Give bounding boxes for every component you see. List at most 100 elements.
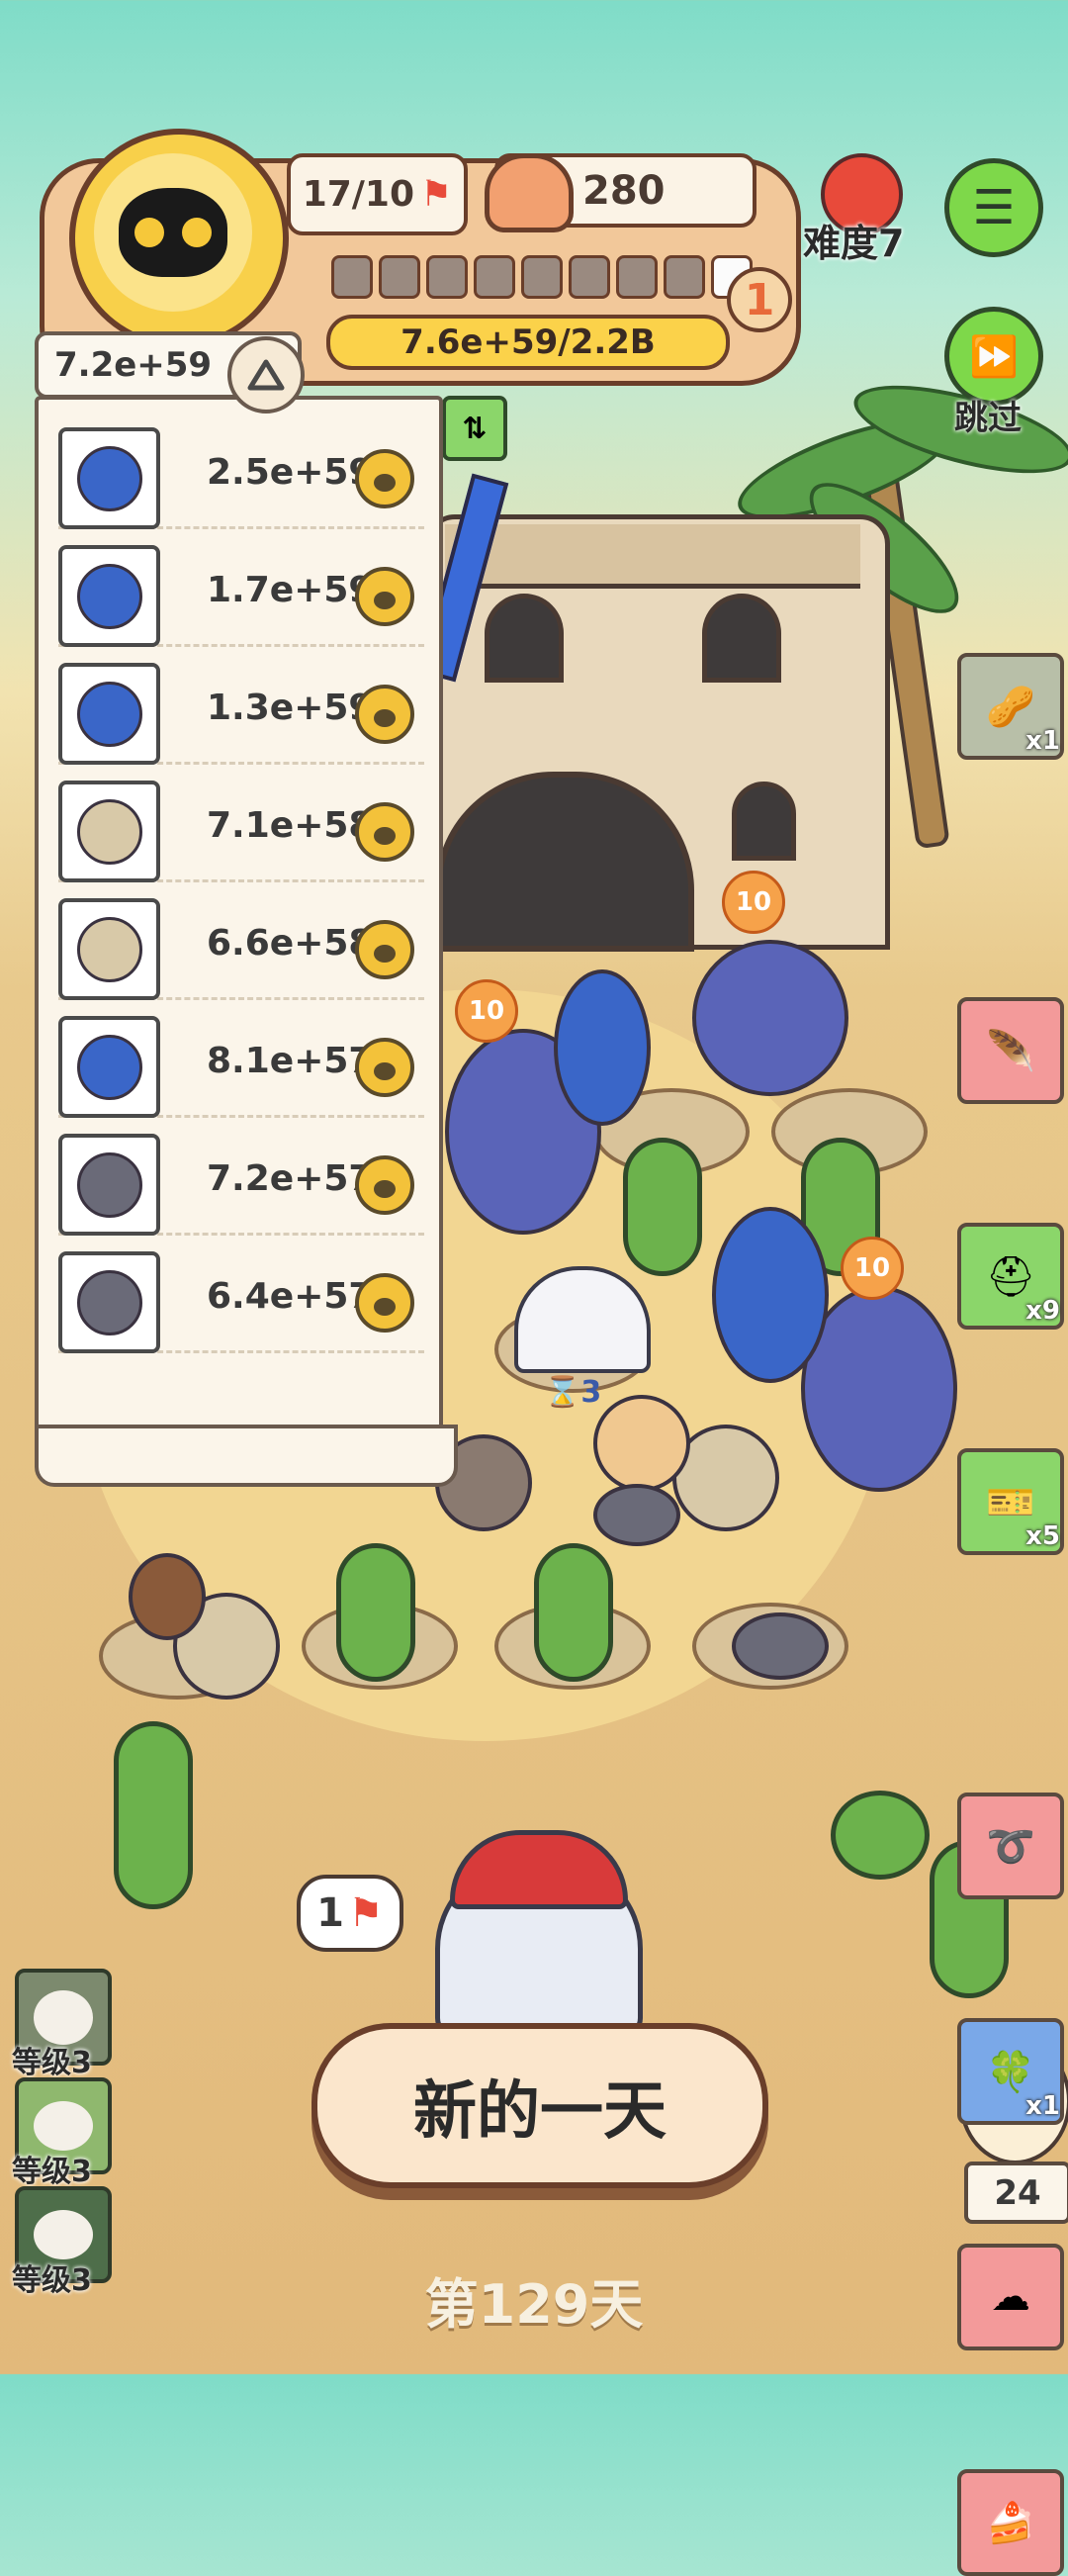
ranking-row[interactable]: 8.1e+57 — [58, 1006, 424, 1118]
item-count: x9 — [1025, 1296, 1060, 1326]
peacock-portrait — [76, 563, 142, 629]
cake-icon: 🍰 — [986, 2500, 1035, 2546]
temple-roof — [445, 524, 860, 589]
jester-hat — [450, 1830, 628, 1909]
peacock-portrait — [76, 1034, 142, 1100]
rat[interactable] — [732, 1612, 829, 1680]
frog-icon — [34, 2101, 93, 2151]
item-charm[interactable]: 🍀 x1 — [957, 2018, 1064, 2125]
menu-button[interactable]: ☰ — [944, 158, 1043, 257]
meter-segment — [521, 255, 563, 299]
item-rope[interactable]: ➰ — [957, 1793, 1064, 1899]
ranking-row[interactable]: 1.7e+59 — [58, 535, 424, 647]
item-nuts[interactable]: 🥜 x1 — [957, 653, 1064, 760]
cactus[interactable] — [623, 1138, 702, 1276]
feather-icon: 🪶 — [986, 1028, 1035, 1074]
meter-segment — [616, 255, 658, 299]
chick-counter: 24 — [964, 2162, 1068, 2224]
meter-segment — [379, 255, 420, 299]
ranking-row[interactable]: 6.4e+57 — [58, 1242, 424, 1353]
segment-meter — [331, 255, 753, 299]
chevron-up-icon — [247, 359, 285, 391]
nuts-icon: 🥜 — [986, 684, 1035, 730]
igloo-timer: ⌛3 — [544, 1375, 602, 1410]
dragon[interactable] — [692, 940, 848, 1096]
ranking-value: 7.2e+57 — [207, 1158, 374, 1199]
peacock[interactable] — [712, 1207, 829, 1383]
ranking-value: 2.5e+59 — [207, 452, 374, 493]
round-cactus — [831, 1791, 930, 1880]
paw-coin-icon — [355, 802, 414, 862]
paw-coin-icon — [355, 1155, 414, 1215]
flag-bubble: 1 ⚑ — [297, 1875, 403, 1952]
meter-segment — [426, 255, 468, 299]
paw-coin-icon — [355, 1038, 414, 1097]
rat[interactable] — [593, 1484, 680, 1546]
temple-window — [702, 594, 781, 683]
ticket-icon: 🎫 — [986, 1479, 1035, 1525]
peacock-icon — [58, 663, 160, 765]
ranking-row[interactable]: 1.3e+59 — [58, 653, 424, 765]
ranking-value: 6.6e+58 — [207, 923, 374, 964]
avatar[interactable] — [94, 153, 252, 312]
paw-coin-icon — [355, 920, 414, 979]
tiger[interactable] — [593, 1395, 690, 1492]
flag-counter: 17/10 ⚑ — [287, 153, 468, 235]
fast-forward-icon: ⏩ — [969, 333, 1019, 380]
peacock-icon — [58, 427, 160, 529]
rope-icon: ➰ — [986, 1823, 1035, 1870]
frog-icon — [34, 2210, 93, 2259]
helmet-icon: ⛑ — [985, 1253, 1036, 1300]
item-ticket[interactable]: 🎫 x5 — [957, 1448, 1064, 1555]
paw-coin-icon — [355, 567, 414, 626]
igloo-timer-value: 3 — [580, 1375, 602, 1410]
ranking-value: 1.7e+59 — [207, 570, 374, 610]
menu-list-icon: ☰ — [972, 180, 1016, 235]
score-progress: 7.6e+59/2.2B — [326, 315, 730, 370]
meter-segment — [664, 255, 705, 299]
ranking-row[interactable]: 7.2e+57 — [58, 1124, 424, 1236]
ranking-row[interactable]: 2.5e+59 — [58, 417, 424, 529]
difficulty-label: 难度7 — [803, 222, 905, 265]
red-flag-icon: ⚑ — [347, 1890, 384, 1936]
peacock-icon — [58, 1016, 160, 1118]
peacock-portrait — [76, 681, 142, 747]
ranking-row[interactable]: 6.6e+58 — [58, 888, 424, 1000]
paw-coin-icon — [355, 685, 414, 744]
level-label: 等级3 — [12, 2155, 92, 2189]
hedgehog-portrait — [76, 916, 142, 982]
cactus — [114, 1721, 193, 1909]
temple-window — [485, 594, 564, 683]
hedgehog-portrait — [76, 798, 142, 865]
red-flag-icon: ⚑ — [420, 174, 453, 215]
flag-bubble-value: 1 — [316, 1890, 344, 1936]
item-feather[interactable]: 🪶 — [957, 997, 1064, 1104]
item-count: x1 — [1025, 2091, 1060, 2121]
rat-portrait — [76, 1269, 142, 1335]
sort-icon[interactable]: ⇅ — [442, 396, 507, 461]
item-helmet[interactable]: ⛑ x9 — [957, 1223, 1064, 1330]
item-cake[interactable]: 🍰 — [957, 2469, 1064, 2576]
peacock[interactable] — [554, 969, 651, 1126]
item-count: x1 — [1025, 726, 1060, 756]
collapse-ranking-button[interactable] — [227, 336, 305, 414]
peacock-portrait — [76, 445, 142, 511]
level-label: 等级3 — [12, 2046, 92, 2080]
ranking-value: 8.1e+57 — [207, 1041, 374, 1081]
level-badge: 10 — [841, 1237, 904, 1300]
rat-icon — [58, 1251, 160, 1353]
cactus[interactable] — [336, 1543, 415, 1682]
hedgehog-icon — [58, 781, 160, 882]
cactus[interactable] — [534, 1543, 613, 1682]
food-counter-value: 280 — [582, 167, 666, 214]
total-score-value: 7.2e+59 — [54, 345, 213, 385]
ranking-panel: 2.5e+59 1.7e+59 1.3e+59 7.1e+58 6.6e+58 8.1e+… — [35, 396, 443, 1432]
ranking-row[interactable]: 7.1e+58 — [58, 771, 424, 882]
level-badge: 10 — [722, 871, 785, 934]
new-day-button[interactable]: 新的一天 — [312, 2023, 768, 2188]
paw-coin-icon — [355, 449, 414, 508]
charm-icon: 🍀 — [986, 2049, 1035, 2095]
snail[interactable] — [129, 1553, 206, 1640]
rat-portrait — [76, 1151, 142, 1218]
meter-segment — [331, 255, 373, 299]
